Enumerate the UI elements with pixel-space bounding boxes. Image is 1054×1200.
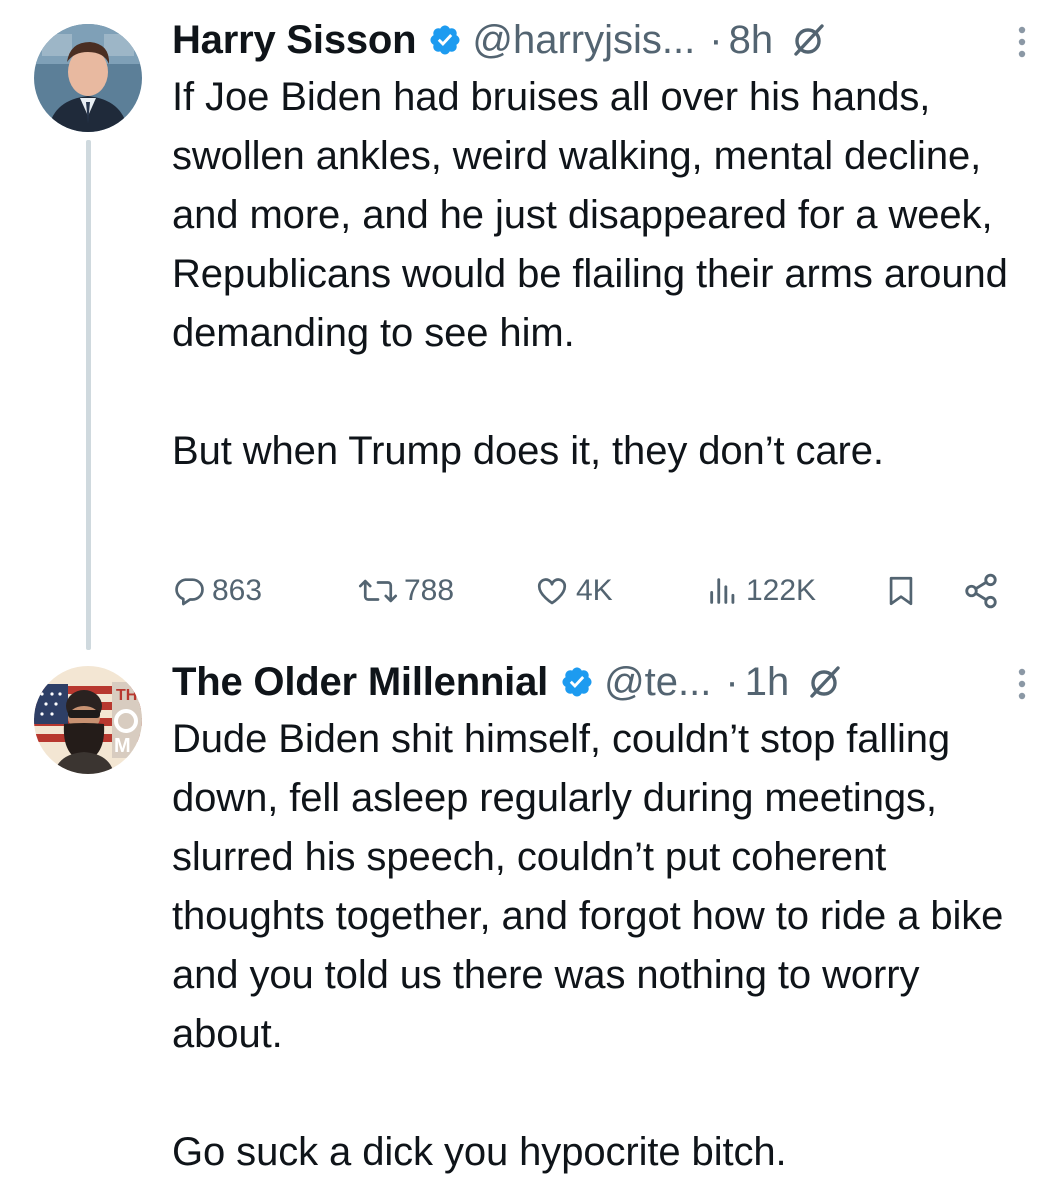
avatar-older-millennial: TH M: [34, 666, 142, 774]
avatar[interactable]: [34, 24, 142, 132]
retweet-count: 788: [404, 574, 455, 607]
tweet-header: The Older Millennial @te... · 1h: [172, 656, 1022, 708]
thread-connector-line: [86, 140, 91, 650]
tweet[interactable]: The Older Millennial @te... · 1h Dude Bi…: [172, 656, 1026, 1182]
tweet[interactable]: Harry Sisson @harryjsis... · 8h If Joe B…: [172, 14, 1026, 481]
author-name[interactable]: Harry Sisson: [172, 18, 417, 63]
timestamp[interactable]: 1h: [745, 660, 790, 705]
reply-count: 863: [212, 574, 263, 607]
views-icon: [710, 578, 735, 604]
view-count: 122K: [746, 574, 817, 607]
like-button[interactable]: 4K: [534, 566, 613, 616]
tweet-thread: Harry Sisson @harryjsis... · 8h If Joe B…: [0, 0, 1054, 1200]
share-icon: [965, 573, 997, 609]
bookmark-icon: [889, 576, 913, 606]
separator-dot: ·: [709, 17, 723, 62]
avatar-harry-sisson: [34, 24, 142, 132]
retweet-button[interactable]: 788: [358, 566, 454, 616]
grok-icon[interactable]: [789, 20, 829, 60]
grok-icon[interactable]: [805, 662, 845, 702]
separator-dot: ·: [725, 659, 739, 704]
views-button[interactable]: 122K: [706, 566, 816, 616]
tweet-actions: 863 788 4K 122K: [172, 566, 1002, 616]
more-icon[interactable]: [1012, 664, 1032, 704]
retweet-icon: [358, 579, 398, 603]
svg-text:M: M: [114, 735, 131, 757]
like-count: 4K: [576, 574, 613, 607]
reply-icon: [175, 578, 204, 606]
tweet-header: Harry Sisson @harryjsis... · 8h: [172, 14, 1022, 66]
more-icon[interactable]: [1012, 22, 1032, 62]
author-handle[interactable]: @harryjsis...: [472, 18, 695, 63]
verified-badge-icon: [560, 665, 594, 699]
reply-button[interactable]: 863: [172, 566, 262, 616]
bookmark-button[interactable]: [884, 566, 918, 616]
svg-text:TH: TH: [116, 687, 137, 704]
like-icon: [537, 578, 567, 605]
author-handle[interactable]: @te...: [604, 660, 711, 705]
author-name[interactable]: The Older Millennial: [172, 660, 548, 705]
share-button[interactable]: [962, 566, 1000, 616]
tweet-text: Dude Biden shit himself, couldn’t stop f…: [172, 717, 1004, 1174]
avatar[interactable]: TH M: [34, 666, 142, 774]
verified-badge-icon: [428, 23, 462, 57]
timestamp[interactable]: 8h: [729, 18, 774, 63]
tweet-text: If Joe Biden had bruises all over his ha…: [172, 75, 1008, 473]
